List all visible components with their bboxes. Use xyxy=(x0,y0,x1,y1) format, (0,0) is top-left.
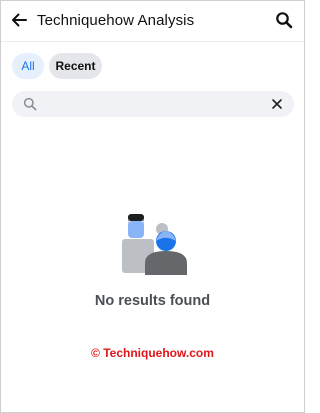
close-icon[interactable] xyxy=(270,97,284,111)
arrow-left-icon xyxy=(12,13,27,27)
search-button[interactable] xyxy=(274,10,294,30)
watermark-text: © Techniquehow.com xyxy=(91,346,214,360)
top-bar: Techniquehow Analysis xyxy=(1,1,304,42)
search-icon xyxy=(276,12,293,29)
back-button[interactable] xyxy=(9,10,29,30)
people-icon xyxy=(122,214,187,275)
search-icon xyxy=(23,97,37,111)
search-bar[interactable] xyxy=(12,91,294,117)
app-window: Techniquehow Analysis All Recent No resu… xyxy=(0,0,305,413)
empty-state-message: No results found xyxy=(94,293,211,309)
search-input[interactable] xyxy=(44,94,268,116)
filter-chip-all[interactable]: All xyxy=(12,53,44,79)
page-title: Techniquehow Analysis xyxy=(37,12,195,29)
filter-chip-recent[interactable]: Recent xyxy=(49,53,102,79)
